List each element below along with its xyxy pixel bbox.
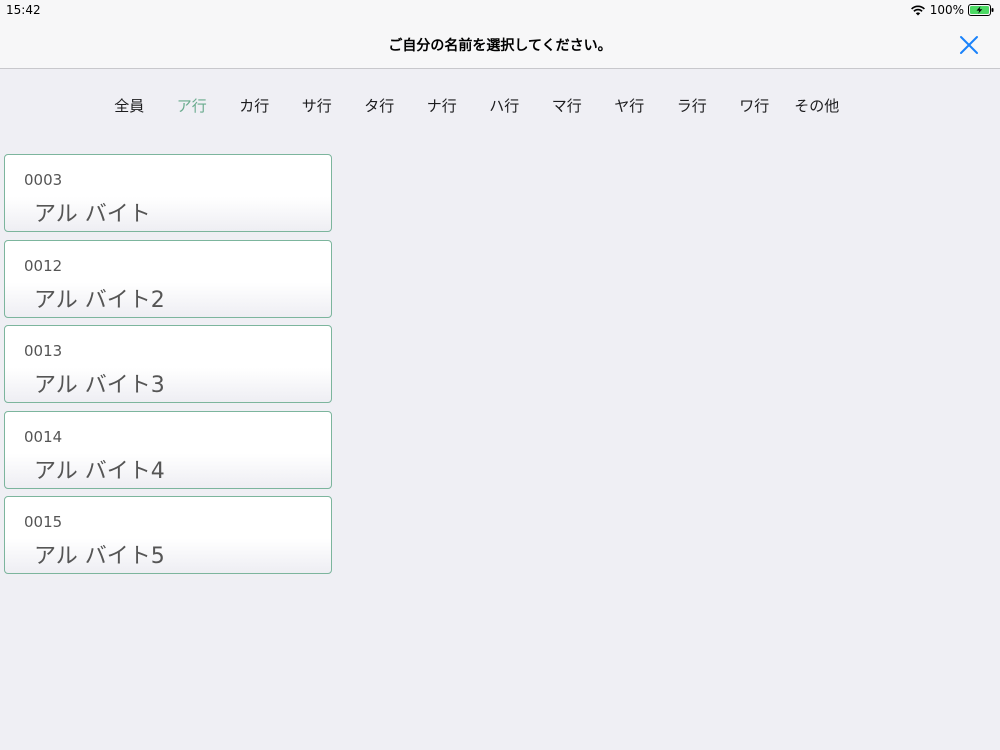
tab-10[interactable]: ワ行	[723, 94, 786, 118]
page-title: ご自分の名前を選択してください。	[388, 38, 612, 54]
staff-name: アル バイト3	[34, 373, 165, 398]
tab-8[interactable]: ヤ行	[598, 94, 661, 118]
battery-percent: 100%	[929, 3, 964, 17]
staff-card[interactable]: 0014 アル バイト4	[4, 410, 332, 489]
tab-6[interactable]: ハ行	[473, 94, 536, 118]
staff-name: アル バイト5	[34, 544, 165, 569]
kana-filter-tabs: 全員 ア行 カ行 サ行 タ行 ナ行 ハ行 マ行 ヤ行 ラ行 ワ行 その他	[98, 94, 848, 118]
navigation-bar: ご自分の名前を選択してください。	[0, 20, 1000, 69]
tab-7[interactable]: マ行	[536, 94, 599, 118]
tab-11[interactable]: その他	[786, 94, 849, 118]
close-icon[interactable]	[958, 34, 980, 56]
staff-code: 0014	[24, 427, 63, 446]
staff-code: 0003	[24, 171, 63, 189]
staff-code: 0015	[24, 513, 63, 531]
staff-card[interactable]: 0013 アル バイト3	[4, 325, 332, 403]
tab-2[interactable]: カ行	[223, 94, 286, 118]
staff-name: アル バイト2	[34, 287, 165, 313]
tab-5[interactable]: ナ行	[411, 94, 474, 118]
staff-name: アル バイト4	[34, 458, 165, 484]
status-indicators: 100%	[910, 3, 994, 17]
staff-code: 0013	[24, 342, 63, 360]
staff-name: アル バイト	[34, 202, 151, 227]
staff-card[interactable]: 0003 アル バイト	[4, 154, 332, 232]
staff-list: 0003 アル バイト 0012 アル バイト2 0013 アル バイト3 0014 アル バ…	[4, 154, 332, 582]
staff-card[interactable]: 0015 アル バイト5	[4, 496, 332, 574]
tab-9[interactable]: ラ行	[661, 94, 724, 118]
status-time: 15:42	[6, 3, 41, 17]
tab-1[interactable]: ア行	[161, 94, 224, 118]
status-bar: 15:42 100%	[0, 0, 1000, 20]
staff-code: 0012	[24, 256, 63, 275]
wifi-icon	[910, 5, 925, 16]
tab-3[interactable]: サ行	[286, 94, 349, 118]
tab-0[interactable]: 全員	[98, 94, 161, 118]
tab-4[interactable]: タ行	[348, 94, 411, 118]
staff-card[interactable]: 0012 アル バイト2	[4, 239, 332, 318]
battery-charging-icon	[968, 4, 994, 16]
